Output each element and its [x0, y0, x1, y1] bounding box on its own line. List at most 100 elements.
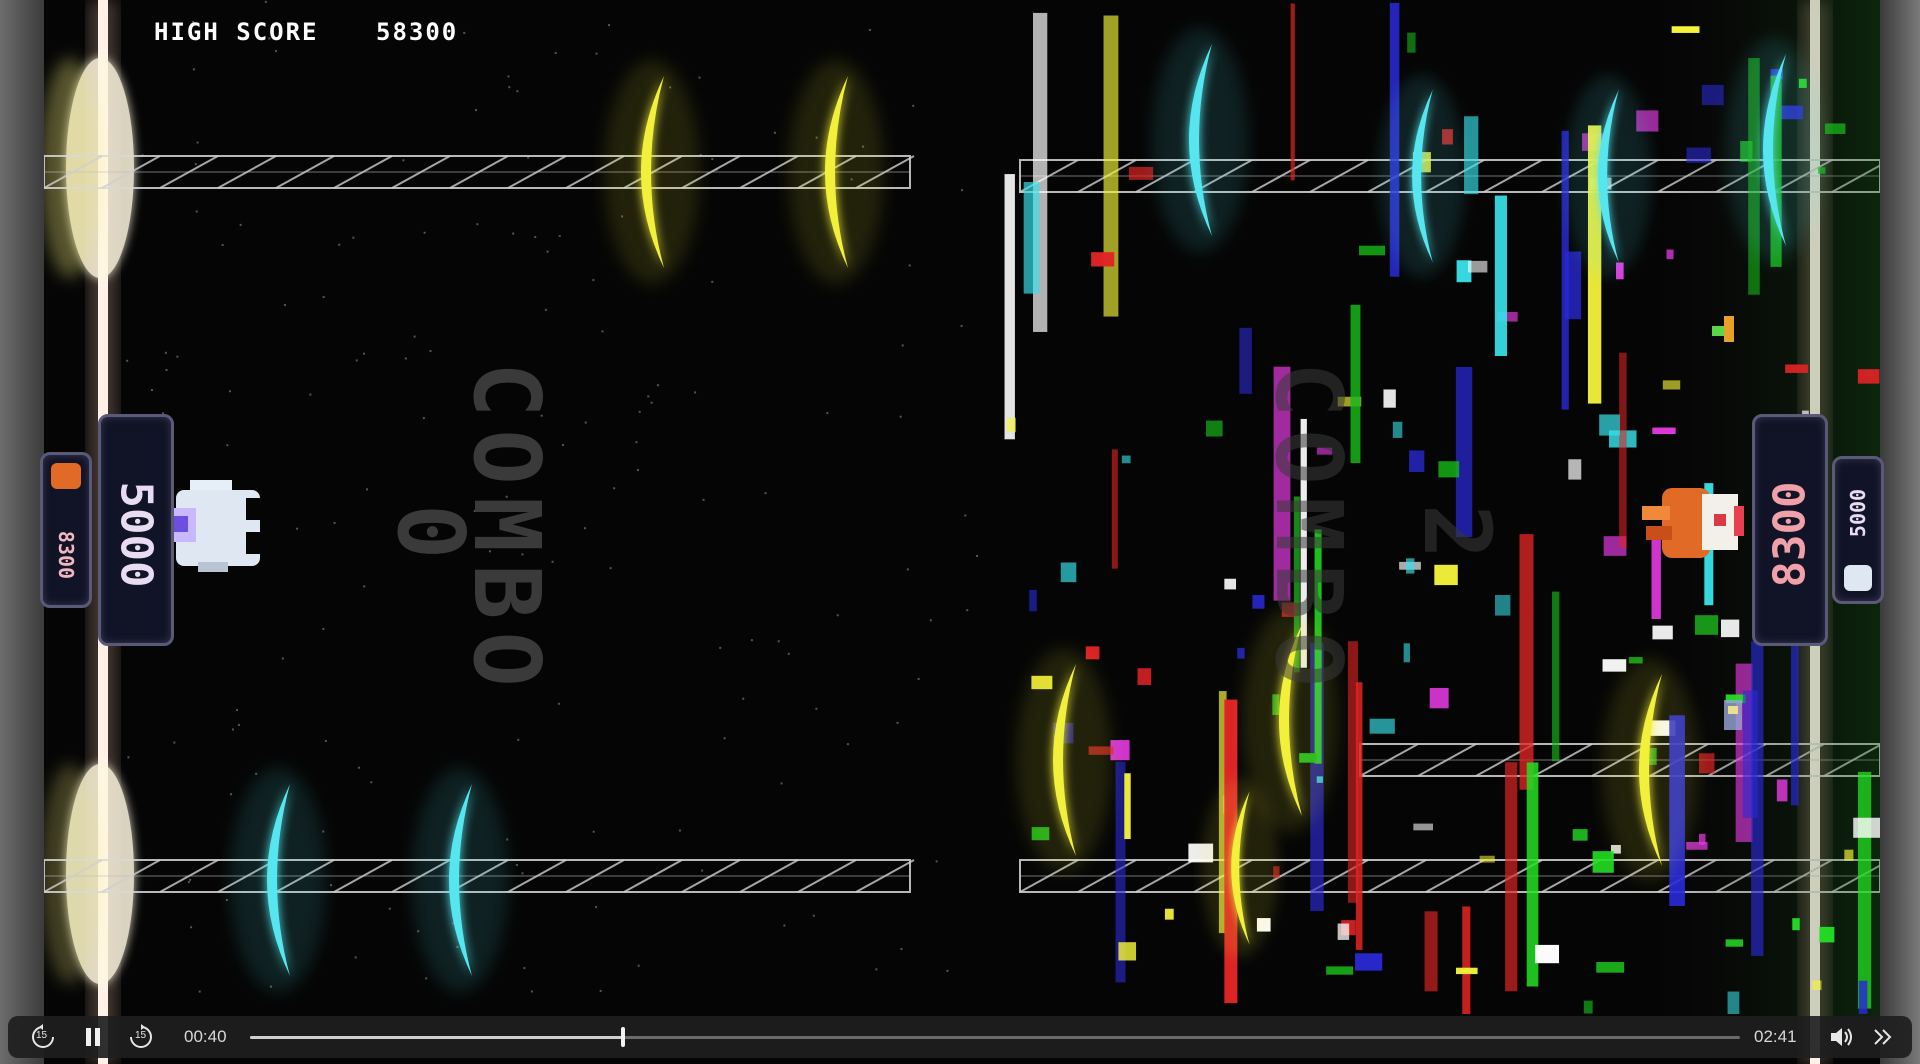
progress-track[interactable]	[250, 1027, 1740, 1047]
star	[423, 231, 426, 234]
star	[512, 232, 515, 235]
star	[255, 772, 258, 775]
star	[370, 781, 373, 784]
volume-icon[interactable]	[1828, 1024, 1854, 1050]
star	[173, 741, 176, 744]
glitch-streak	[1720, 619, 1740, 638]
glitch-streak	[1392, 421, 1403, 438]
star	[402, 159, 405, 162]
player-score-box-left: 5000	[98, 414, 174, 646]
glitch-streak	[1858, 980, 1868, 1014]
glitch-streak	[1666, 249, 1674, 260]
glitch-streak	[1819, 926, 1835, 943]
star	[868, 28, 871, 31]
combo-value-left: 0	[377, 504, 484, 572]
rail-top-left	[43, 155, 915, 189]
star	[546, 250, 549, 253]
glitch-streak	[1023, 182, 1040, 294]
star	[296, 527, 299, 530]
glitch-streak	[1790, 641, 1799, 806]
glitch-streak	[1792, 918, 1800, 931]
star	[815, 707, 818, 710]
star	[363, 585, 366, 588]
star	[283, 304, 286, 307]
star	[521, 872, 524, 875]
star	[875, 968, 878, 971]
glitch-streak	[1519, 534, 1534, 790]
glitch-streak	[1844, 849, 1854, 861]
star	[964, 514, 967, 517]
glitch-streak	[1505, 762, 1518, 992]
yellow-note	[1016, 648, 1112, 872]
combo-value-right: 2	[1403, 504, 1510, 572]
chevrons-right-icon[interactable]	[1870, 1024, 1896, 1050]
glitch-streak	[1565, 251, 1582, 320]
star	[164, 351, 167, 354]
star	[711, 157, 714, 160]
star	[719, 646, 722, 649]
star	[764, 492, 767, 495]
star	[960, 324, 963, 327]
glitch-streak	[1029, 589, 1037, 612]
star	[595, 52, 598, 55]
glitch-streak	[1686, 841, 1708, 850]
star	[698, 76, 701, 79]
cyan-note	[1726, 38, 1822, 262]
glitch-streak	[1467, 260, 1488, 273]
glitch-streak	[1652, 427, 1676, 435]
pause-icon[interactable]	[80, 1024, 106, 1050]
rival-score-right: 5000	[1846, 488, 1870, 538]
star	[281, 657, 284, 660]
star	[333, 521, 336, 524]
star	[221, 243, 224, 246]
star	[812, 914, 815, 917]
glitch-streak	[1824, 123, 1846, 134]
star	[534, 236, 537, 239]
current-time: 00:40	[184, 1027, 227, 1046]
star	[192, 68, 195, 71]
glitch-streak	[1429, 687, 1449, 709]
star	[899, 415, 902, 418]
glitch-streak	[1652, 625, 1673, 640]
star	[609, 567, 612, 570]
star	[189, 878, 192, 881]
star	[126, 359, 129, 362]
star	[826, 412, 829, 415]
glitch-streak	[1776, 779, 1788, 802]
star	[322, 296, 325, 299]
glitch-streak	[1355, 953, 1383, 971]
star	[780, 782, 783, 785]
glitch-streak	[1725, 939, 1743, 947]
glitch-streak	[1592, 851, 1614, 873]
star	[309, 393, 312, 396]
glitch-streak	[1785, 364, 1808, 373]
star	[530, 990, 533, 993]
glitch-streak	[1085, 646, 1100, 660]
glitch-streak	[1494, 594, 1511, 616]
glitch-streak	[1694, 615, 1719, 635]
glitch-streak	[1464, 116, 1479, 195]
star	[425, 977, 428, 980]
progress-thumb[interactable]	[620, 1027, 625, 1047]
star	[906, 568, 909, 571]
star	[523, 967, 526, 970]
rewind-15-label: 15	[36, 1030, 48, 1041]
star	[694, 391, 697, 394]
glitch-streak	[1727, 991, 1740, 1014]
star	[836, 614, 839, 617]
star	[429, 350, 432, 353]
glitch-streak	[1409, 450, 1425, 473]
combo-label-right: COMBO	[1255, 362, 1362, 699]
total-time: 02:41	[1754, 1027, 1797, 1046]
star	[592, 830, 595, 833]
glitch-streak	[1686, 147, 1711, 163]
progress-fill	[250, 1036, 623, 1039]
star	[355, 359, 358, 362]
star	[908, 264, 911, 267]
glitch-streak	[1237, 647, 1245, 659]
glitch-streak	[1535, 944, 1560, 964]
glitch-streak	[1698, 753, 1715, 774]
star	[961, 189, 964, 192]
star	[846, 743, 849, 746]
star	[322, 830, 325, 833]
